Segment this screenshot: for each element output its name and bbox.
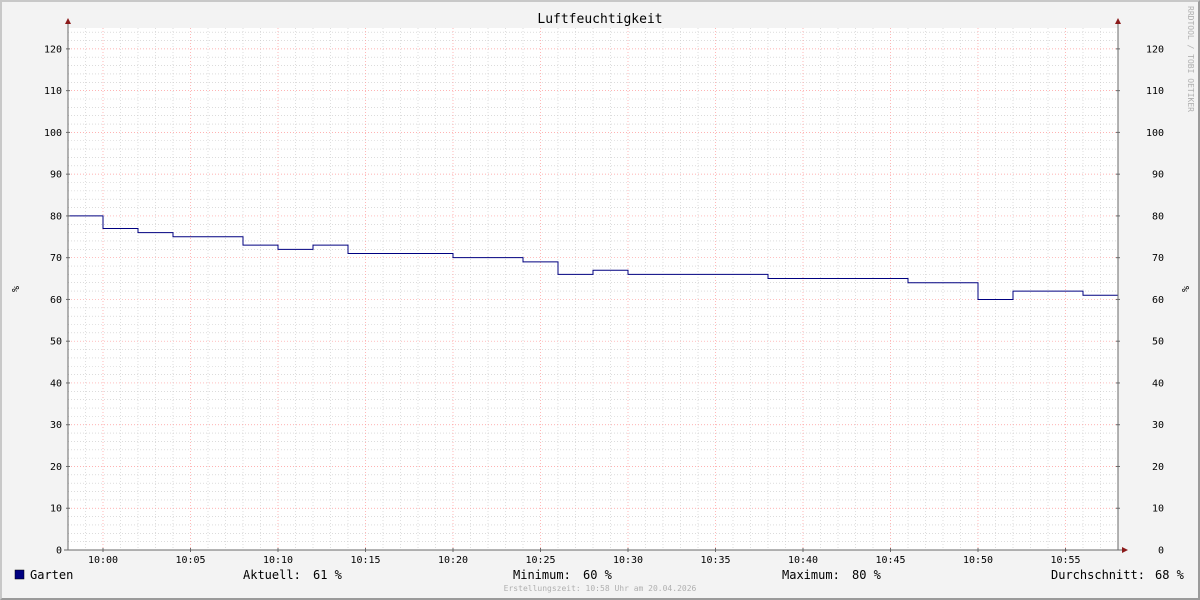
x-tick-label: 10:35: [700, 555, 730, 566]
x-tick-label: 10:45: [875, 555, 905, 566]
x-axis-arrow: [1122, 547, 1128, 553]
y-tick-label-left: 90: [50, 170, 62, 181]
y-tick-label-right: 90: [1152, 170, 1164, 181]
y-axis-label-right: %: [1179, 286, 1190, 292]
legend-avg-value: 68 %: [1155, 568, 1185, 582]
x-tick-label: 10:30: [613, 555, 643, 566]
y-tick-label-right: 120: [1146, 44, 1164, 55]
x-tick-label: 10:20: [438, 555, 468, 566]
x-tick-label: 10:10: [263, 555, 293, 566]
y-tick-label-right: 100: [1146, 128, 1164, 139]
chart-title: Luftfeuchtigkeit: [537, 12, 662, 27]
y-tick-label-right: 70: [1152, 253, 1164, 264]
y-tick-label-left: 60: [50, 295, 62, 306]
legend-avg-label: Durchschnitt:: [1051, 568, 1145, 582]
footer-timestamp: Erstellungszeit: 10:58 Uhr am 20.04.2026: [504, 584, 697, 593]
chart-svg: 0 0 10 10 20 20 30 30 40 40 50 50 60 60 70 70 80 80 90 90 10…: [9, 6, 1195, 593]
y-axis-arrow-left: [65, 18, 71, 24]
y-axis-label-left: %: [9, 286, 20, 292]
y-tick-label-right: 80: [1152, 211, 1164, 222]
y-tick-label-left: 70: [50, 253, 62, 264]
y-tick-label-left: 40: [50, 378, 62, 389]
rrd-graph: 0 0 10 10 20 20 30 30 40 40 50 50 60 60 70 70 80 80 90 90 10…: [0, 0, 1200, 600]
legend-swatch: [14, 569, 25, 580]
y-axis-arrow-right: [1115, 18, 1121, 24]
y-tick-label-left: 10: [50, 504, 62, 515]
watermark: RRDTOOL / TOBI OETIKER: [1186, 6, 1195, 112]
y-tick-label-left: 30: [50, 420, 62, 431]
y-tick-label-right: 60: [1152, 295, 1164, 306]
y-tick-label-left: 0: [56, 546, 62, 557]
x-tick-label: 10:50: [963, 555, 993, 566]
x-tick-label: 10:00: [88, 555, 118, 566]
x-tick-label: 10:05: [175, 555, 205, 566]
legend-current-label: Aktuell:: [243, 568, 301, 582]
y-tick-label-left: 120: [44, 44, 62, 55]
y-tick-label-left: 50: [50, 337, 62, 348]
legend-min-value: 60 %: [583, 568, 613, 582]
y-tick-label-right: 110: [1146, 86, 1164, 97]
legend-current-value: 61 %: [313, 568, 343, 582]
y-tick-label-left: 110: [44, 86, 62, 97]
y-tick-label-left: 100: [44, 128, 62, 139]
x-tick-label: 10:55: [1050, 555, 1080, 566]
legend-max-label: Maximum:: [782, 568, 840, 582]
y-tick-label-right: 10: [1152, 504, 1164, 515]
y-tick-label-right: 50: [1152, 337, 1164, 348]
legend-min-label: Minimum:: [513, 568, 571, 582]
x-tick-label: 10:25: [525, 555, 555, 566]
legend-series-label: Garten: [30, 568, 73, 582]
y-tick-label-right: 0: [1158, 546, 1164, 557]
legend-max-value: 80 %: [852, 568, 882, 582]
y-tick-label-right: 20: [1152, 462, 1164, 473]
y-tick-label-right: 30: [1152, 420, 1164, 431]
y-tick-label-right: 40: [1152, 378, 1164, 389]
y-tick-label-left: 20: [50, 462, 62, 473]
x-tick-label: 10:15: [350, 555, 380, 566]
y-tick-label-left: 80: [50, 211, 62, 222]
x-tick-label: 10:40: [788, 555, 818, 566]
